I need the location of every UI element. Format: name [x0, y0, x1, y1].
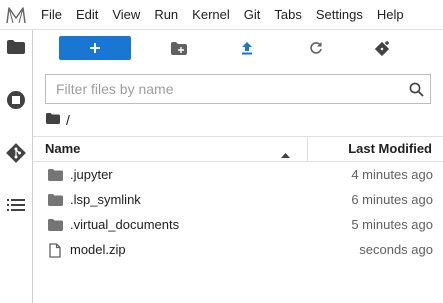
refresh-button[interactable] — [302, 36, 330, 60]
upload-button[interactable] — [233, 36, 261, 60]
upload-icon — [242, 42, 252, 55]
file-name: .virtual_documents — [70, 217, 180, 232]
file-name: .lsp_symlink — [70, 192, 141, 207]
filter-box — [45, 74, 431, 104]
folder-icon — [47, 217, 63, 233]
table-of-contents-icon[interactable] — [0, 188, 32, 222]
menu-kernel[interactable]: Kernel — [185, 0, 237, 30]
file-name: .jupyter — [70, 167, 113, 182]
column-header-name[interactable]: Name — [45, 137, 80, 161]
filter-input[interactable] — [54, 75, 402, 103]
file-modified: 4 minutes ago — [351, 167, 433, 182]
menu-git[interactable]: Git — [237, 0, 268, 30]
file-name: model.zip — [70, 242, 126, 257]
jupyter-logo-icon — [0, 0, 32, 30]
plus-icon — [90, 43, 100, 53]
search-icon — [402, 75, 430, 103]
folder-icon[interactable] — [0, 30, 32, 64]
menu-edit[interactable]: Edit — [69, 0, 105, 30]
running-sessions-icon[interactable] — [0, 83, 32, 117]
left-sidebar — [0, 30, 33, 303]
column-divider[interactable] — [307, 137, 308, 161]
folder-icon — [47, 192, 63, 208]
file-modified: 5 minutes ago — [351, 217, 433, 232]
menu-file[interactable]: File — [32, 0, 69, 30]
list-item[interactable]: .jupyter 4 minutes ago — [33, 162, 443, 187]
new-launcher-button[interactable] — [59, 36, 131, 60]
menu-help[interactable]: Help — [370, 0, 411, 30]
folder-icon — [47, 167, 63, 183]
new-folder-button[interactable] — [165, 36, 193, 60]
git-clone-icon — [375, 41, 390, 56]
menu-run[interactable]: Run — [147, 0, 185, 30]
breadcrumb: / — [46, 110, 70, 130]
file-modified: seconds ago — [359, 242, 433, 257]
file-icon — [47, 242, 63, 258]
file-browser-toolbar — [33, 30, 443, 68]
git-clone-button[interactable] — [369, 36, 397, 60]
menu-tabs[interactable]: Tabs — [267, 0, 308, 30]
list-item[interactable]: .lsp_symlink 6 minutes ago — [33, 187, 443, 212]
file-listing: .jupyter 4 minutes ago .lsp_symlink 6 mi… — [33, 162, 443, 262]
breadcrumb-root[interactable]: / — [66, 112, 70, 128]
breadcrumb-home-folder-icon[interactable] — [46, 111, 60, 129]
file-modified: 6 minutes ago — [351, 192, 433, 207]
column-header-last-modified[interactable]: Last Modified — [348, 137, 432, 161]
listing-header: Name Last Modified — [33, 136, 443, 162]
menu-view[interactable]: View — [105, 0, 147, 30]
sort-ascending-icon[interactable] — [281, 146, 290, 161]
list-item[interactable]: .virtual_documents 5 minutes ago — [33, 212, 443, 237]
git-icon[interactable] — [0, 136, 32, 170]
list-item[interactable]: model.zip seconds ago — [33, 237, 443, 262]
file-browser: / Name Last Modified .jupyter 4 minutes … — [33, 30, 443, 303]
menu-settings[interactable]: Settings — [309, 0, 370, 30]
new-folder-icon — [171, 41, 187, 55]
menubar: File Edit View Run Kernel Git Tabs Setti… — [0, 0, 443, 30]
refresh-icon — [310, 42, 322, 54]
